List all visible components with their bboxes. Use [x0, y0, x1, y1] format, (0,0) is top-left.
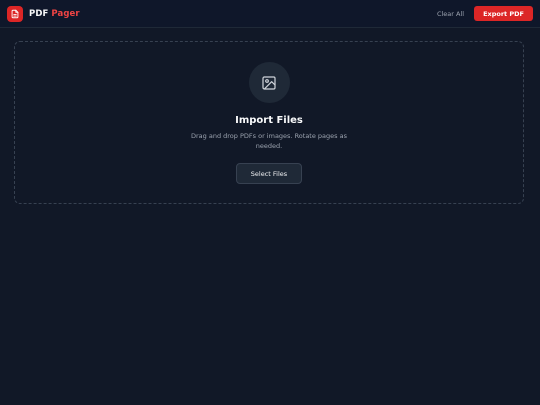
file-dropzone[interactable]: Import Files Drag and drop PDFs or image…: [14, 41, 524, 204]
brand: PDF Pager: [7, 5, 80, 22]
app-title-part2: Pager: [51, 8, 80, 19]
export-pdf-button[interactable]: Export PDF: [474, 6, 533, 21]
dropzone-description: Drag and drop PDFs or images. Rotate pag…: [191, 132, 347, 150]
app-root: PDF Pager Clear All Export PDF Import Fil…: [0, 0, 540, 405]
app-title-part1: PDF: [29, 8, 49, 19]
top-bar: PDF Pager Clear All Export PDF: [0, 0, 540, 28]
pdf-document-icon: [7, 5, 23, 22]
dropzone-title: Import Files: [235, 115, 303, 126]
select-files-button[interactable]: Select Files: [235, 163, 303, 184]
header-actions: Clear All Export PDF: [437, 6, 533, 21]
image-icon: [248, 62, 290, 103]
clear-all-button[interactable]: Clear All: [437, 10, 464, 18]
app-title: PDF Pager: [29, 9, 80, 19]
